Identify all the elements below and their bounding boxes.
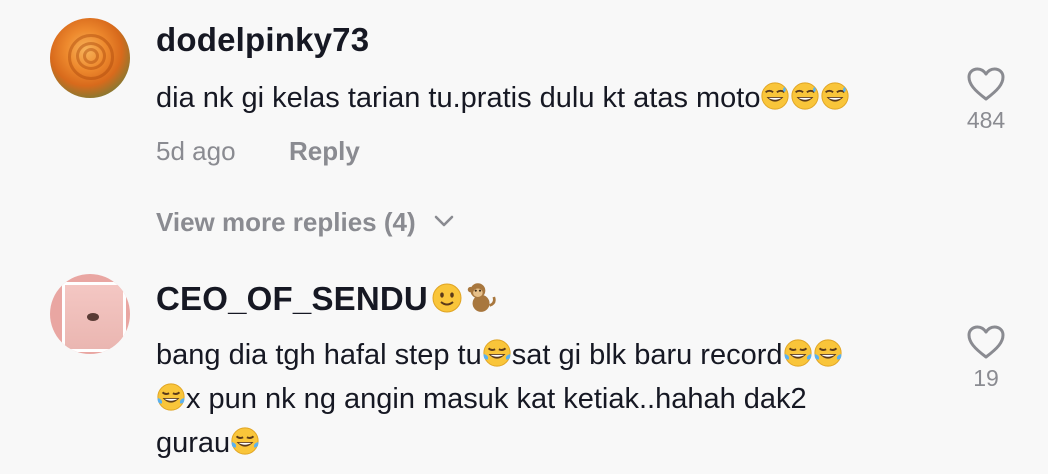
comment-timestamp: 5d ago	[156, 136, 236, 166]
comment-text-line: x pun nk ng angin masuk kat ketiak..haha…	[156, 377, 807, 421]
heart-outline-icon[interactable]	[966, 324, 1006, 360]
comment-text-content: dia nk gi kelas tarian tu.pratis dulu kt…	[156, 82, 761, 114]
avatar[interactable]	[50, 18, 130, 98]
comment-username[interactable]: dodelpinky73	[156, 21, 369, 59]
comment-text-content: x pun nk ng angin masuk kat ketiak..haha…	[186, 383, 807, 415]
heart-outline-icon[interactable]	[966, 66, 1006, 102]
slightly-smiling-face-emoji-icon	[431, 282, 463, 314]
comment-text: dia nk gi kelas tarian tu.pratis dulu kt…	[156, 76, 850, 120]
reply-button[interactable]: Reply	[289, 136, 360, 167]
view-more-replies-button[interactable]: View more replies (4)	[156, 207, 416, 238]
tears-of-joy-emoji-icon	[482, 338, 512, 368]
comment-text-content: sat gi blk baru record	[511, 339, 783, 371]
sweat-smile-emoji-icon	[790, 81, 820, 111]
tears-of-joy-emoji-icon	[156, 382, 186, 412]
tears-of-joy-emoji-icon	[783, 338, 813, 368]
like-count: 484	[966, 107, 1006, 133]
comment-text-line: gurau	[156, 421, 260, 465]
like-count: 19	[973, 365, 999, 391]
sweat-smile-emoji-icon	[760, 81, 790, 111]
tears-of-joy-emoji-icon	[230, 426, 260, 456]
tears-of-joy-emoji-icon	[813, 338, 843, 368]
comment-username-text: CEO_OF_SENDU	[156, 280, 428, 317]
comment-text-content: gurau	[156, 427, 231, 459]
monkey-emoji-icon	[463, 280, 497, 314]
chevron-down-icon[interactable]	[433, 214, 455, 228]
sweat-smile-emoji-icon	[820, 81, 850, 111]
comment-text-line: bang dia tgh hafal step tu sat gi blk bar…	[156, 333, 843, 377]
comment-username[interactable]: CEO_OF_SENDU	[156, 280, 497, 318]
comment-text-content: bang dia tgh hafal step tu	[156, 339, 482, 371]
avatar[interactable]	[50, 274, 130, 354]
